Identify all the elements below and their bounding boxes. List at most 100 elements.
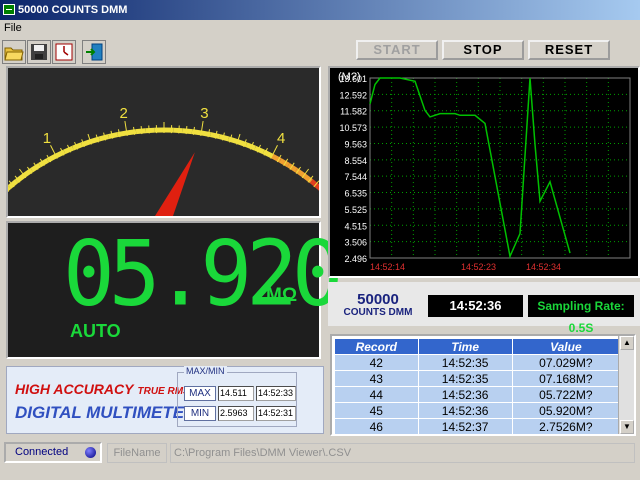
- y-tick-label: 10.573: [339, 123, 367, 133]
- y-axis-label: (M?): [338, 71, 361, 83]
- y-tick-label: 11.582: [340, 107, 367, 117]
- y-tick-label: 6.535: [344, 189, 367, 199]
- scale-tick: [178, 125, 180, 134]
- range-mode: AUTO: [70, 321, 121, 341]
- y-tick-label: 2.496: [344, 254, 367, 264]
- time-cell: 14:52:36: [417, 402, 513, 419]
- record-cell: 42: [334, 354, 419, 371]
- connection-status: Connected: [4, 442, 102, 463]
- reading-unit: MΩ: [266, 285, 298, 306]
- y-tick-label: 9.563: [344, 139, 367, 149]
- logo-multimeter: DIGITAL MULTIMETER: [15, 403, 197, 422]
- x-tick-label: 14:52:23: [461, 262, 496, 272]
- record-cell: 44: [334, 386, 419, 403]
- x-tick-label: 14:52:34: [526, 262, 561, 272]
- max-time: 14:52:33: [256, 386, 296, 401]
- record-cell: 43: [334, 370, 419, 387]
- y-tick-label: 8.554: [344, 156, 367, 166]
- scale-arc: [218, 134, 230, 142]
- value-cell: 05.920M?: [511, 402, 621, 419]
- scale-arc: [107, 132, 119, 140]
- table-row[interactable]: 44 14:52:36 05.722M?: [334, 386, 621, 403]
- column-header-record: Record: [334, 338, 419, 355]
- reset-button[interactable]: RESET: [528, 40, 610, 60]
- exit-door-icon[interactable]: [82, 40, 106, 64]
- menu-file[interactable]: File: [4, 22, 22, 34]
- scale-arc: [98, 134, 110, 142]
- records-table-panel: Record Time Value 42 14:52:35 07.029M? 43 1…: [330, 334, 636, 436]
- scale-arc: [173, 127, 183, 134]
- x-tick-label: 14:52:14: [370, 262, 405, 272]
- record-cell: 46: [334, 418, 419, 435]
- scale-tick: [148, 125, 150, 134]
- stop-button[interactable]: STOP: [442, 40, 524, 60]
- scale-arc: [135, 128, 146, 135]
- scale-arc: [145, 127, 155, 134]
- window-title: 50000 COUNTS DMM: [18, 4, 128, 16]
- time-cell: 14:52:36: [417, 386, 513, 403]
- start-button[interactable]: START: [356, 40, 438, 60]
- scale-arc: [209, 132, 221, 140]
- column-header-value: Value: [511, 338, 621, 355]
- time-cell: 14:52:35: [417, 370, 513, 387]
- column-header-time: Time: [417, 338, 513, 355]
- logo-accuracy-text: HIGH ACCURACY: [15, 381, 134, 397]
- product-logo-panel: HIGH ACCURACY TRUE RMS DIGITAL MULTIMETER…: [6, 366, 324, 434]
- max-label: MAX: [184, 386, 216, 401]
- y-tick-label: 3.506: [344, 238, 367, 248]
- table-row[interactable]: 45 14:52:36 05.920M?: [334, 402, 621, 419]
- title-bar: 50000 COUNTS DMM: [0, 0, 640, 20]
- records-table: Record Time Value 42 14:52:35 07.029M? 43 1…: [334, 338, 621, 435]
- scroll-down-icon[interactable]: ▼: [620, 420, 634, 434]
- brand-subtitle: COUNTS DMM: [343, 307, 413, 318]
- scale-label: 4: [277, 130, 285, 147]
- min-value: 2.5963: [218, 406, 254, 421]
- sampling-rate: Sampling Rate: 0.5S: [528, 295, 634, 335]
- y-tick-label: 4.515: [344, 221, 367, 231]
- value-cell: 05.722M?: [511, 386, 621, 403]
- value-cell: 07.168M?: [511, 370, 621, 387]
- value-cell: 07.029M?: [511, 354, 621, 371]
- scale-label: 3: [200, 105, 208, 122]
- meter-needle: [155, 152, 195, 216]
- chart-plot: 13.60112.59211.58210.5739.5638.5547.5446…: [338, 71, 631, 272]
- file-path-field[interactable]: C:\Program Files\DMM Viewer\.CSV: [170, 443, 635, 463]
- record-cell: 45: [334, 402, 419, 419]
- current-time: 14:52:36: [428, 295, 523, 317]
- scale-arc: [0, 185, 12, 196]
- time-cell: 14:52:35: [417, 354, 513, 371]
- table-row[interactable]: 43 14:52:35 07.168M?: [334, 370, 621, 387]
- brand-counts: 50000: [357, 291, 399, 308]
- meter-dial: 012345: [0, 105, 351, 216]
- connection-led-icon: [85, 447, 96, 458]
- min-time: 14:52:31: [256, 406, 296, 421]
- max-value: 14.511: [218, 386, 254, 401]
- maxmin-title: MAX/MIN: [184, 366, 227, 376]
- table-row[interactable]: 42 14:52:35 07.029M?: [334, 354, 621, 371]
- maxmin-group: MAX/MIN MAX 14.511 14:52:33 MIN 2.5963 1…: [177, 366, 297, 427]
- brand-logo: 50000 COUNTS DMM: [332, 292, 424, 319]
- y-tick-label: 12.592: [339, 90, 367, 100]
- status-bar: Connected FileName C:\Program Files\DMM …: [0, 440, 640, 466]
- scroll-up-icon[interactable]: ▲: [620, 336, 634, 350]
- analog-meter: 012345: [0, 66, 351, 218]
- clock-icon[interactable]: [52, 40, 76, 64]
- scale-label: 2: [119, 105, 127, 122]
- y-tick-label: 7.544: [344, 172, 367, 182]
- save-disk-icon[interactable]: [27, 40, 51, 64]
- table-row[interactable]: 46 14:52:37 2.7526M?: [334, 418, 621, 435]
- logo-accuracy: HIGH ACCURACY TRUE RMS: [15, 381, 190, 397]
- trend-chart: 13.601 12.592 11.582 10.573 9.563 8.554 7.544 6…: [328, 66, 640, 278]
- filename-button[interactable]: FileName: [107, 443, 167, 463]
- app-icon: [3, 4, 15, 15]
- value-cell: 2.7526M?: [511, 418, 621, 435]
- menu-bar: File: [0, 20, 640, 37]
- info-strip: 50000 COUNTS DMM 14:52:36 Sampling Rate:…: [328, 282, 640, 335]
- digital-display: 05.920 MΩ AUTO: [6, 221, 344, 359]
- scale-arc: [182, 128, 193, 135]
- connection-label: Connected: [15, 446, 69, 458]
- y-tick-label: 5.525: [344, 205, 367, 215]
- table-scrollbar[interactable]: ▲ ▼: [618, 336, 634, 434]
- open-folder-icon[interactable]: [2, 40, 26, 64]
- scale-label: 1: [43, 130, 51, 147]
